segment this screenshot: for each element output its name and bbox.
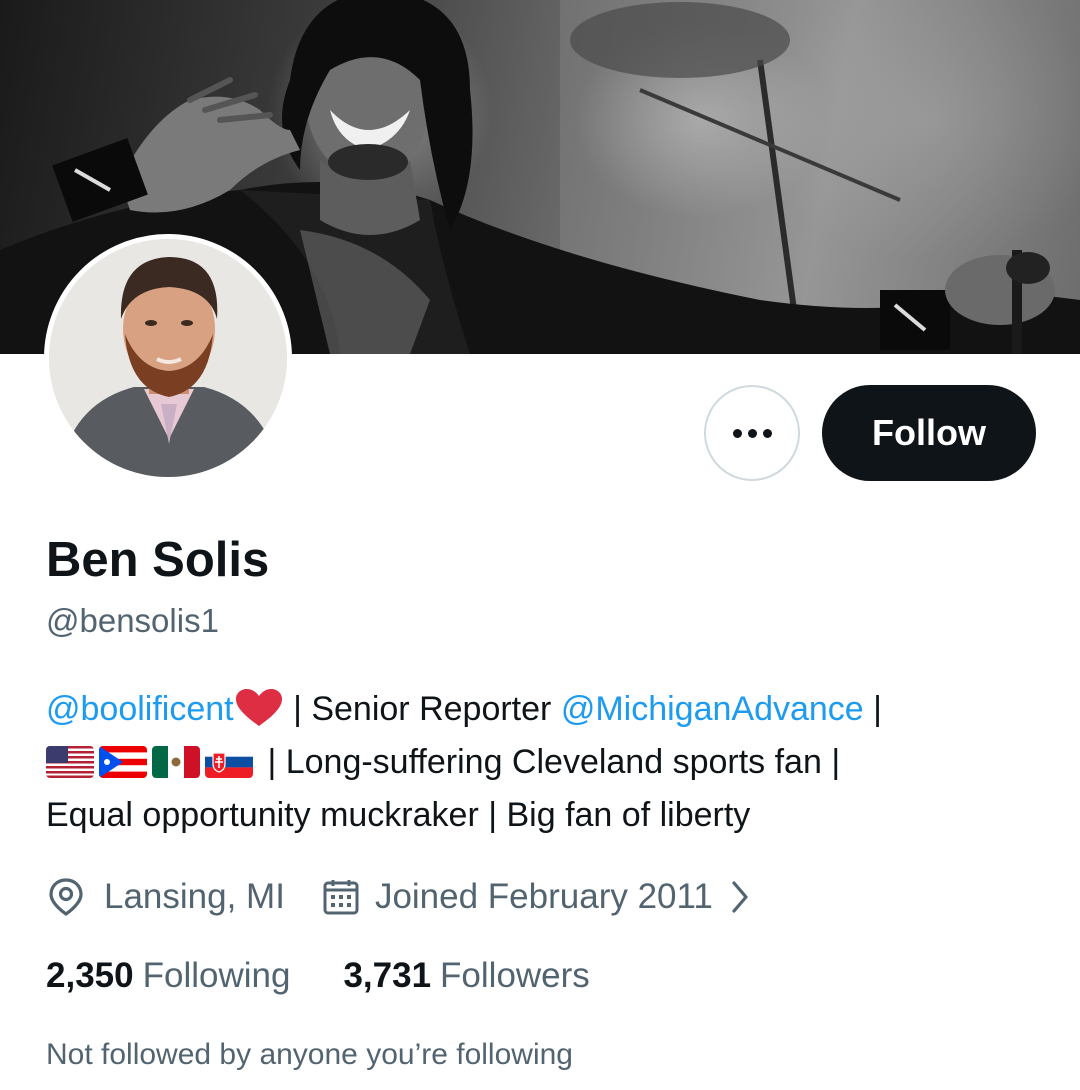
bio-text-segment: |: [863, 690, 882, 728]
follow-button[interactable]: Follow: [822, 385, 1036, 481]
followers-label: Followers: [440, 956, 590, 995]
more-options-button[interactable]: [704, 385, 800, 481]
bio-line-2: | Long-suffering Cleveland sports fan |: [46, 736, 1056, 789]
profile-avatar[interactable]: [44, 234, 292, 482]
follow-stats: 2,350 Following 3,731 Followers: [46, 956, 590, 996]
mention-link-michiganadvance[interactable]: @MichiganAdvance: [561, 690, 864, 728]
location-pin-icon: [46, 877, 86, 917]
bio-line-3: Equal opportunity muckraker | Big fan of…: [46, 796, 751, 834]
joined-date-link[interactable]: Joined February 2011: [321, 877, 755, 917]
following-count: 2,350: [46, 956, 134, 995]
mutual-followers-note: Not followed by anyone you’re following: [46, 1038, 573, 1071]
followers-count: 3,731: [343, 956, 432, 995]
avatar-photo-illustration: [49, 239, 287, 477]
bio-line-1: @boolificent | Senior Reporter @Michigan…: [46, 683, 1056, 736]
more-horizontal-icon: [730, 428, 775, 438]
flag-puerto-rico-icon: [99, 746, 147, 778]
flag-slovakia-icon: [205, 746, 253, 778]
bio-text-segment: | Long-suffering Cleveland sports fan |: [258, 743, 841, 781]
followers-stat-link[interactable]: 3,731 Followers: [343, 956, 589, 996]
following-label: Following: [142, 956, 291, 995]
following-stat-link[interactable]: 2,350 Following: [46, 956, 290, 996]
calendar-icon: [321, 877, 361, 917]
flag-united-states-icon: [46, 746, 94, 778]
display-name: Ben Solis: [46, 533, 270, 587]
location-text: Lansing, MI: [104, 877, 285, 916]
profile-bio: @boolificent | Senior Reporter @Michigan…: [46, 683, 1056, 842]
flag-mexico-icon: [152, 746, 200, 778]
joined-date-text: Joined February 2011: [374, 877, 713, 916]
bio-text-segment: | Senior Reporter: [283, 690, 561, 728]
mention-link-boolificent[interactable]: @boolificent: [46, 690, 234, 728]
profile-meta-row: Lansing, MI Joined February 2011: [46, 873, 755, 921]
user-handle: @bensolis1: [46, 602, 219, 639]
red-heart-icon: [234, 688, 284, 728]
chevron-right-icon: [725, 877, 755, 917]
